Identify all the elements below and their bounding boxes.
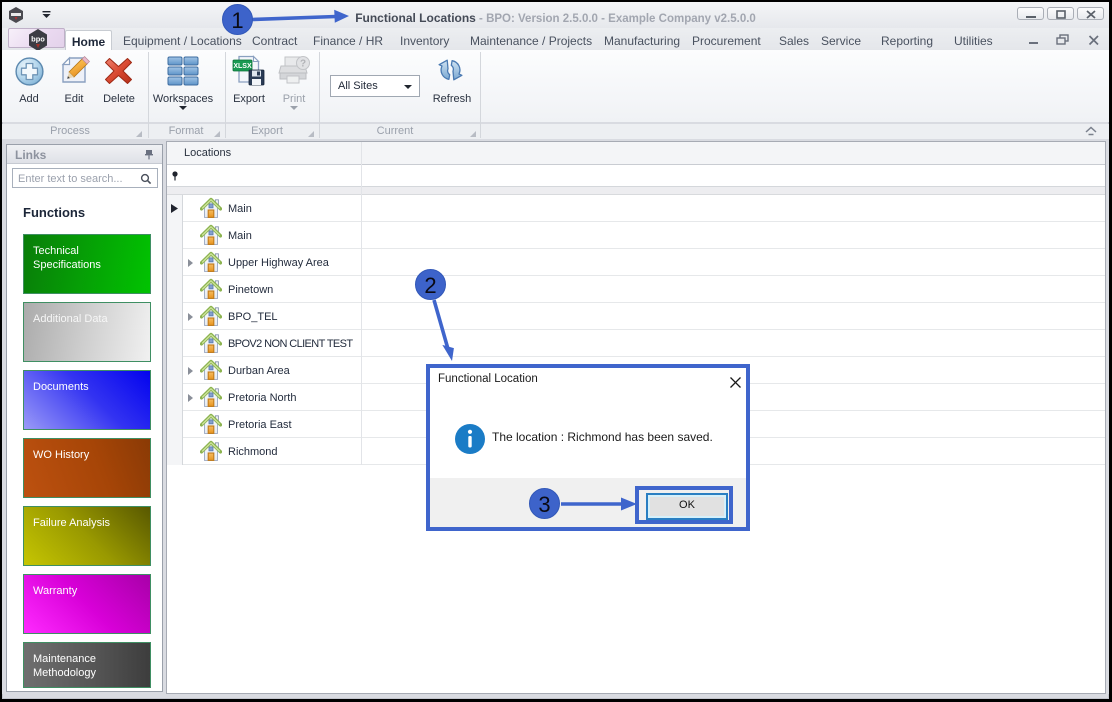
svg-text:bpo: bpo bbox=[31, 35, 45, 44]
svg-text:XLSX: XLSX bbox=[233, 63, 252, 70]
svg-text:?: ? bbox=[300, 59, 306, 70]
